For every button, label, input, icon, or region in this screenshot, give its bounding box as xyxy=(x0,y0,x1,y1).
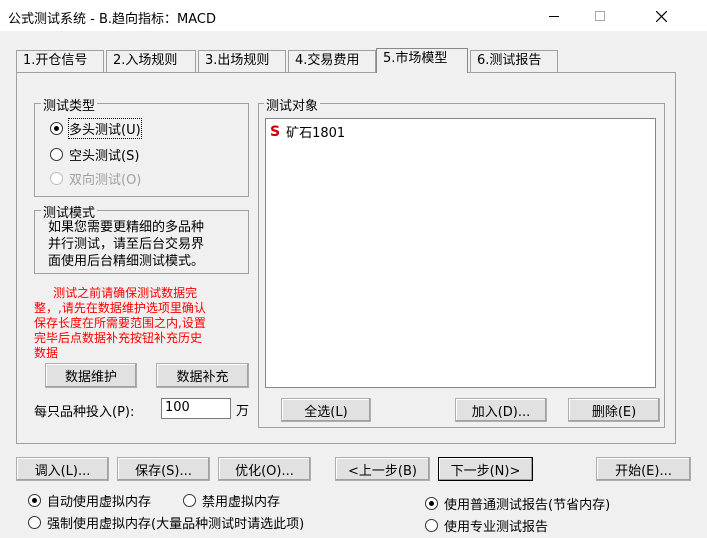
investment-unit: 万 xyxy=(236,404,250,419)
radio-indicator xyxy=(50,172,63,185)
warning-line-5: 数据 xyxy=(34,346,59,360)
optimize-button[interactable]: 优化(O)... xyxy=(218,457,311,481)
long-test-radio[interactable]: 多头测试(U) xyxy=(50,118,142,139)
stock-badge: S xyxy=(270,123,281,140)
tab-entry-rules[interactable]: 2.入场规则 xyxy=(106,50,196,72)
bidirectional-test-label: 双向测试(O) xyxy=(69,173,142,188)
radio-indicator xyxy=(425,497,438,510)
data-maintain-button[interactable]: 数据维护 xyxy=(45,363,137,388)
short-test-label: 空头测试(S) xyxy=(69,149,140,164)
minimize-button[interactable] xyxy=(531,0,577,32)
next-step-button[interactable]: 下一步(N)> xyxy=(438,457,533,481)
normal-report-label: 使用普通测试报告(节省内存) xyxy=(444,498,611,513)
radio-indicator xyxy=(183,494,196,507)
warning-line-2: 整，,请先在数据维护选项里确认 xyxy=(34,301,206,315)
tab-open-signal[interactable]: 1.开仓信号 xyxy=(16,50,104,72)
auto-virtual-memory-radio[interactable]: 自动使用虚拟内存 xyxy=(28,491,151,510)
bidirectional-test-radio: 双向测试(O) xyxy=(50,169,141,188)
tab-trade-fees[interactable]: 4.交易费用 xyxy=(288,50,376,72)
radio-indicator xyxy=(28,494,41,507)
warning-line-4: 完毕后点数据补充按钮补充历史 xyxy=(34,331,203,345)
title-bar[interactable]: 公式测试系统 - B.趋向指标：MACD xyxy=(0,0,707,32)
radio-indicator xyxy=(50,122,63,135)
prev-step-button[interactable]: <上一步(B) xyxy=(335,457,430,481)
disable-virtual-memory-radio[interactable]: 禁用虚拟内存 xyxy=(183,491,280,510)
long-test-label: 多头测试(U) xyxy=(68,118,142,139)
investment-label: 每只品种投入(P): xyxy=(34,405,135,420)
force-virtual-memory-radio[interactable]: 强制使用虚拟内存(大量品种测试时请选此项) xyxy=(28,513,304,532)
short-test-radio[interactable]: 空头测试(S) xyxy=(50,145,139,164)
professional-report-radio[interactable]: 使用专业测试报告 xyxy=(425,516,548,535)
professional-report-label: 使用专业测试报告 xyxy=(444,520,549,535)
warning-line-1: 测试之前请确保测试数据完 xyxy=(34,286,198,300)
load-button[interactable]: 调入(L)... xyxy=(16,457,109,481)
tab-exit-rules[interactable]: 3.出场规则 xyxy=(198,50,286,72)
maximize-icon xyxy=(595,11,605,21)
window-title: 公式测试系统 - B.趋向指标：MACD xyxy=(8,12,216,27)
normal-report-radio[interactable]: 使用普通测试报告(节省内存) xyxy=(425,494,610,513)
radio-indicator xyxy=(425,519,438,532)
force-virtual-memory-label: 强制使用虚拟内存(大量品种测试时请选此项) xyxy=(47,517,305,532)
test-mode-line-2: 并行测试，请至后台交易界 xyxy=(48,237,205,252)
app-window: 公式测试系统 - B.趋向指标：MACD 1.开仓信号 2.入场规则 3.出场规… xyxy=(0,0,707,538)
minimize-icon xyxy=(549,15,559,17)
test-type-title: 测试类型 xyxy=(41,95,98,114)
select-all-button[interactable]: 全选(L) xyxy=(281,398,371,422)
test-mode-line-1: 如果您需要更精细的多品种 xyxy=(48,220,205,235)
test-objects-list[interactable]: S 矿石1801 xyxy=(265,118,656,388)
warning-line-3: 保存长度在所需要范围之内,设置 xyxy=(34,316,206,330)
remove-button[interactable]: 删除(E) xyxy=(568,398,660,422)
data-supplement-button[interactable]: 数据补充 xyxy=(156,363,249,388)
auto-virtual-memory-label: 自动使用虚拟内存 xyxy=(47,495,152,510)
close-button[interactable] xyxy=(638,0,684,32)
test-mode-line-3: 面使用后台精细测试模式。 xyxy=(48,254,205,269)
list-item-name: 矿石1801 xyxy=(286,126,346,141)
maximize-button[interactable] xyxy=(577,0,623,32)
disable-virtual-memory-label: 禁用虚拟内存 xyxy=(202,495,281,510)
investment-input[interactable]: 100 xyxy=(161,398,231,419)
start-button[interactable]: 开始(E)... xyxy=(596,457,691,481)
close-icon xyxy=(655,10,667,22)
tab-test-report[interactable]: 6.测试报告 xyxy=(470,50,558,72)
radio-indicator xyxy=(28,516,41,529)
test-objects-title: 测试对象 xyxy=(264,95,321,114)
radio-indicator xyxy=(50,148,63,161)
tab-market-model[interactable]: 5.市场模型 xyxy=(376,48,468,73)
add-button[interactable]: 加入(D)... xyxy=(455,398,547,422)
save-button[interactable]: 保存(S)... xyxy=(117,457,210,481)
list-item[interactable]: S 矿石1801 xyxy=(270,122,346,142)
